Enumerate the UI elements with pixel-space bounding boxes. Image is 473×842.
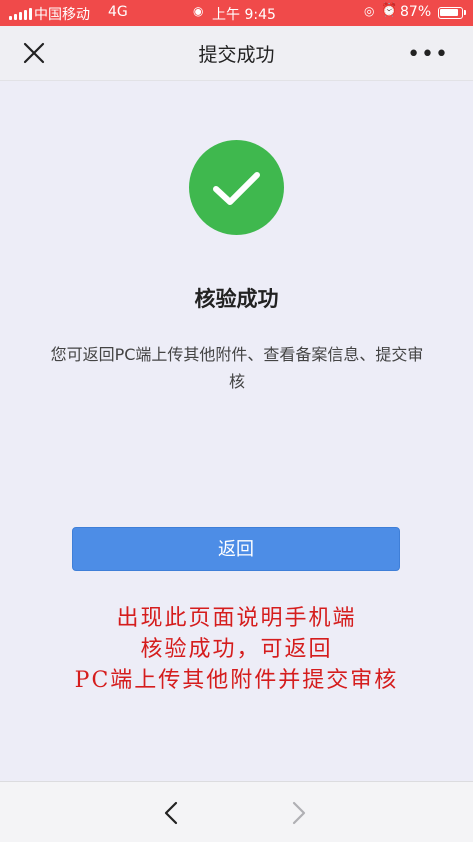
signal-icon xyxy=(9,6,32,20)
result-description: 您可返回PC端上传其他附件、查看备案信息、提交审核 xyxy=(50,345,424,391)
forward-arrow-icon[interactable] xyxy=(291,801,307,829)
browser-toolbar xyxy=(0,781,473,842)
back-arrow-icon[interactable] xyxy=(163,801,179,829)
location-icon: ◉ xyxy=(193,4,204,18)
network-type: 4G xyxy=(108,4,128,20)
nav-bar: 提交成功 ••• xyxy=(0,26,473,81)
annotation-line-1: 出现此页面说明手机端 xyxy=(116,606,357,631)
check-circle-icon xyxy=(189,140,284,235)
annotation-line-2: 核验成功，可返回 xyxy=(140,637,333,662)
annotation-line-3: PC端上传其他附件并提交审核 xyxy=(74,668,399,693)
carrier-name: 中国移动 xyxy=(34,7,90,23)
return-button[interactable]: 返回 xyxy=(72,527,400,571)
status-time: 上午 9:45 xyxy=(212,7,276,23)
alarm-icon: ⏰ xyxy=(381,3,398,18)
result-heading: 核验成功 xyxy=(194,287,279,311)
rotation-lock-icon: ◎ xyxy=(364,4,375,18)
page-title: 提交成功 xyxy=(198,44,275,66)
battery-icon xyxy=(438,7,466,19)
status-bar: 中国移动 4G ◉ 上午 9:45 ◎ ⏰ 87% xyxy=(0,0,473,26)
more-icon[interactable]: ••• xyxy=(407,42,449,67)
battery-percent: 87% xyxy=(400,4,432,20)
